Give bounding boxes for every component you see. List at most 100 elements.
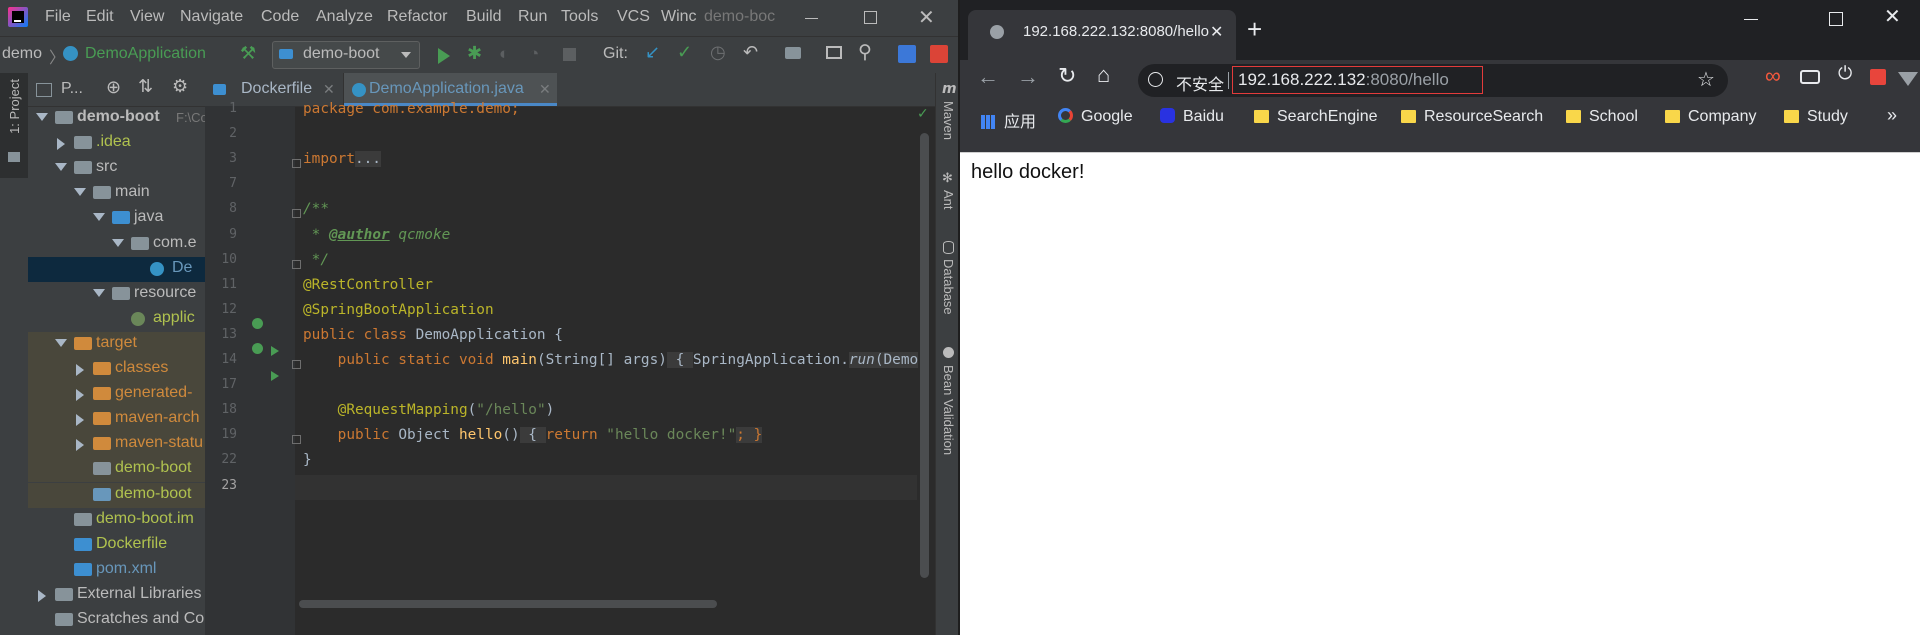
settings-gear-icon[interactable]: ⚙ [172,76,188,97]
menu-edit[interactable]: Edit [86,8,114,26]
run-gutter-icon[interactable] [271,371,279,382]
tree-item[interactable]: maven-arch [28,407,205,433]
coverage-icon[interactable]: ◐ [499,44,509,64]
collapsed-arrow-icon[interactable] [76,414,84,427]
collapse-all-icon[interactable]: ⇅ [138,76,153,97]
bookmark-apps[interactable]: 应用 [981,108,1036,132]
tree-item[interactable]: demo-boot F:\Co [28,106,205,131]
minimize-icon[interactable] [1744,19,1758,20]
database-tool-button[interactable]: Database [941,259,956,315]
menu-file[interactable]: File [45,8,71,26]
expanded-arrow-icon[interactable] [55,163,67,172]
bookmark-resourcesearch[interactable]: ResourceSearch [1401,108,1543,126]
menu-tools[interactable]: Tools [561,8,598,26]
tree-item[interactable]: applic [28,307,205,332]
menu-vcs[interactable]: VCS [617,8,650,26]
maximize-icon[interactable] [1829,12,1843,26]
new-tab-icon[interactable]: + [1247,14,1262,45]
tree-item[interactable]: com.e [28,232,205,257]
fold-toggle-icon[interactable] [292,435,301,445]
build-hammer-icon[interactable]: ⚒ [240,43,256,64]
bean-validation-tool-button[interactable]: Bean Validation [941,365,956,455]
project-tool-button[interactable]: 1: Project [0,73,28,178]
google-translate-icon[interactable] [930,45,948,63]
debug-icon[interactable]: ✱ [467,43,482,64]
run-config-dropdown[interactable]: demo-boot [272,41,420,69]
profile-icon[interactable]: ◔ [529,44,539,64]
tree-item[interactable]: demo-boot.im [28,508,205,533]
expanded-arrow-icon[interactable] [93,288,105,297]
expanded-arrow-icon[interactable] [93,213,105,222]
bookmark-searchengine[interactable]: SearchEngine [1254,108,1378,126]
tree-item[interactable]: java [28,206,205,231]
project-structure-icon[interactable] [785,47,801,59]
bookmark-school[interactable]: School [1566,108,1638,126]
git-update-icon[interactable]: ↙ [645,42,660,63]
tree-item[interactable]: generated- [28,382,205,408]
tree-item[interactable]: .idea [28,131,205,156]
tree-item[interactable]: Scratches and Cor [28,608,205,633]
menu-view[interactable]: View [130,8,164,26]
run-icon[interactable] [438,48,450,64]
maven-tool-button[interactable]: Maven [941,101,956,140]
tab-close-icon[interactable]: ✕ [323,81,335,98]
menu-run[interactable]: Run [518,8,547,26]
tree-item[interactable]: demo-boot [28,482,205,508]
menu-code[interactable]: Code [261,8,299,26]
expanded-arrow-icon[interactable] [112,238,124,247]
fold-toggle-icon[interactable] [292,209,301,219]
breadcrumb-class[interactable]: DemoApplication [85,45,206,63]
git-rollback-icon[interactable]: ↶ [743,42,758,63]
menu-navigate[interactable]: Navigate [180,8,243,26]
collapsed-arrow-icon[interactable] [57,138,65,151]
tab-close-icon[interactable]: ✕ [539,81,551,98]
bookmarks-more-icon[interactable]: » [1887,105,1897,126]
breadcrumb-project[interactable]: demo [2,45,42,63]
menu-analyze[interactable]: Analyze [316,8,373,26]
close-icon[interactable]: ✕ [1884,4,1901,29]
bean-gutter-icon[interactable] [252,317,263,329]
collapsed-arrow-icon[interactable] [38,589,46,602]
tree-item[interactable]: De [28,256,205,282]
run-gutter-icon[interactable] [271,346,279,356]
close-icon[interactable]: ✕ [918,5,935,30]
collapsed-arrow-icon[interactable] [76,364,84,376]
tree-item[interactable]: pom.xml [28,558,205,583]
bookmark-baidu[interactable]: Baidu [1160,108,1224,126]
git-history-icon[interactable]: ◷ [710,42,726,63]
vertical-scrollbar[interactable] [920,133,929,578]
maximize-icon[interactable] [864,11,877,24]
tree-item[interactable]: src [28,156,205,181]
tree-item[interactable]: resource [28,282,205,307]
menu-window[interactable]: Winc [661,8,697,26]
fold-toggle-icon[interactable] [292,360,301,369]
code-view[interactable]: package com.example.demo; import... /** * … [292,101,919,635]
tree-item[interactable]: main [28,181,205,206]
search-icon[interactable]: ⚲ [858,41,872,64]
bookmark-google[interactable]: Google [1058,108,1133,126]
stop-icon[interactable] [563,48,576,61]
expanded-arrow-icon[interactable] [55,338,67,347]
horizontal-scrollbar[interactable] [299,600,717,608]
fold-toggle-icon[interactable] [292,159,301,169]
expanded-arrow-icon[interactable] [36,113,48,121]
bookmark-company[interactable]: Company [1665,108,1756,126]
tree-item[interactable]: Dockerfile [28,533,205,558]
menu-build[interactable]: Build [466,8,502,26]
tree-item[interactable]: classes [28,357,205,382]
expanded-arrow-icon[interactable] [74,188,86,197]
terminal-icon[interactable] [826,46,842,59]
translate-icon[interactable] [898,45,916,63]
tree-item[interactable]: demo-boot [28,457,205,483]
browser-tab[interactable]: 192.168.222.132:8080/hello ✕ [968,10,1236,60]
locate-icon[interactable]: ⊕ [106,77,121,98]
tree-item[interactable]: External Libraries [28,583,205,608]
project-view-label[interactable]: P... [61,80,83,98]
minimize-icon[interactable] [805,18,818,19]
menu-refactor[interactable]: Refactor [387,8,447,26]
tree-item[interactable]: target [28,331,205,357]
fold-toggle-icon[interactable] [292,259,301,269]
bookmark-study[interactable]: Study [1784,108,1848,126]
tree-item[interactable]: maven-statu [28,432,205,458]
collapsed-arrow-icon[interactable] [76,389,84,402]
